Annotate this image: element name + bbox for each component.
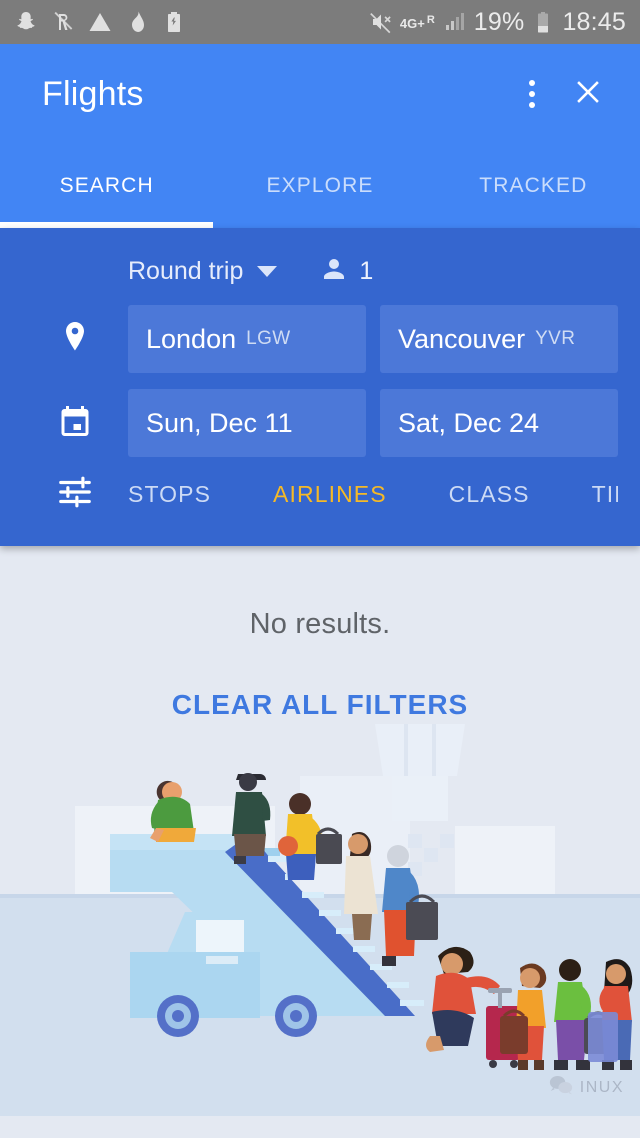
tab-search-label: SEARCH <box>60 174 154 198</box>
calendar-icon <box>57 403 93 444</box>
battery-icon <box>531 10 555 34</box>
clock: 18:45 <box>562 8 626 37</box>
filter-chip-airlines[interactable]: AIRLINES <box>273 481 387 508</box>
trip-type-selector[interactable]: Round trip <box>128 257 277 286</box>
search-panel: Round trip 1 Lon <box>0 228 640 546</box>
more-vert-icon <box>529 78 535 111</box>
destination-city: Vancouver <box>398 324 525 355</box>
filter-chip-times[interactable]: TIMES <box>592 481 618 508</box>
calendar-icon-wrap <box>22 403 128 444</box>
tune-icon-wrap[interactable] <box>22 473 128 516</box>
flights-app-screen: 4G+ R 19% 18:45 Flights <box>0 0 640 1138</box>
tab-explore-label: EXPLORE <box>267 174 374 198</box>
tab-tracked-label: TRACKED <box>479 174 587 198</box>
battery-percent: 19% <box>474 8 525 37</box>
results-area: No results. CLEAR ALL FILTERS <box>0 546 640 1116</box>
tab-bar: SEARCH EXPLORE TRACKED <box>0 144 640 228</box>
status-bar: 4G+ R 19% 18:45 <box>0 0 640 44</box>
origin-city: London <box>146 324 236 355</box>
watermark-text: INUX <box>580 1079 624 1097</box>
app-bar-actions <box>504 66 616 122</box>
depart-date-field[interactable]: Sun, Dec 11 <box>128 389 366 457</box>
trip-options-row: Round trip 1 <box>0 254 640 289</box>
page-title: Flights <box>42 75 504 114</box>
network-type-indicator: 4G+ R <box>400 15 436 30</box>
passenger-selector[interactable]: 1 <box>319 254 373 289</box>
wechat-icon <box>549 1075 573 1100</box>
filter-chip-class[interactable]: CLASS <box>449 481 530 508</box>
chevron-down-icon <box>257 266 277 277</box>
return-date-value: Sat, Dec 24 <box>398 408 539 439</box>
origin-field[interactable]: London LGW <box>128 305 366 373</box>
clear-all-filters-button[interactable]: CLEAR ALL FILTERS <box>0 641 640 721</box>
dates-row: Sun, Dec 11 Sat, Dec 24 <box>0 389 640 457</box>
warning-icon <box>88 10 112 34</box>
watermark: INUX <box>549 1075 624 1100</box>
destination-field[interactable]: Vancouver YVR <box>380 305 618 373</box>
roaming-r-icon <box>51 10 75 34</box>
status-bar-right-icons: 4G+ R 19% 18:45 <box>362 8 626 37</box>
mute-vibrate-icon <box>369 10 393 34</box>
flame-icon <box>125 10 149 34</box>
tab-explore[interactable]: EXPLORE <box>213 144 426 228</box>
overflow-menu-button[interactable] <box>504 66 560 122</box>
suitcase-blue <box>588 1012 618 1062</box>
app-bar: Flights <box>0 44 640 144</box>
passenger-count: 1 <box>359 257 373 286</box>
tune-filters-icon <box>56 473 94 516</box>
filter-chip-list: STOPS AIRLINES CLASS TIMES <box>128 481 618 508</box>
filter-chip-stops[interactable]: STOPS <box>128 481 211 508</box>
tab-tracked[interactable]: TRACKED <box>427 144 640 228</box>
location-pin-icon <box>57 319 93 360</box>
close-icon <box>571 75 605 114</box>
passengers-boarding-airstairs-illustration <box>0 716 640 1116</box>
battery-saver-icon <box>162 10 186 34</box>
airports-row: London LGW Vancouver YVR <box>0 305 640 373</box>
empty-state-message: No results. <box>0 546 640 641</box>
signal-bars-icon <box>443 10 467 34</box>
status-bar-left-icons <box>14 10 199 34</box>
tab-search[interactable]: SEARCH <box>0 144 213 228</box>
close-button[interactable] <box>560 66 616 122</box>
trip-type-label: Round trip <box>128 257 243 286</box>
destination-code: YVR <box>535 328 575 350</box>
return-date-field[interactable]: Sat, Dec 24 <box>380 389 618 457</box>
depart-date-value: Sun, Dec 11 <box>146 408 293 439</box>
origin-code: LGW <box>246 328 290 350</box>
snapchat-icon <box>14 10 38 34</box>
location-pin-icon-wrap <box>22 319 128 360</box>
person-icon <box>319 254 349 289</box>
filters-row: STOPS AIRLINES CLASS TIMES <box>0 473 640 516</box>
